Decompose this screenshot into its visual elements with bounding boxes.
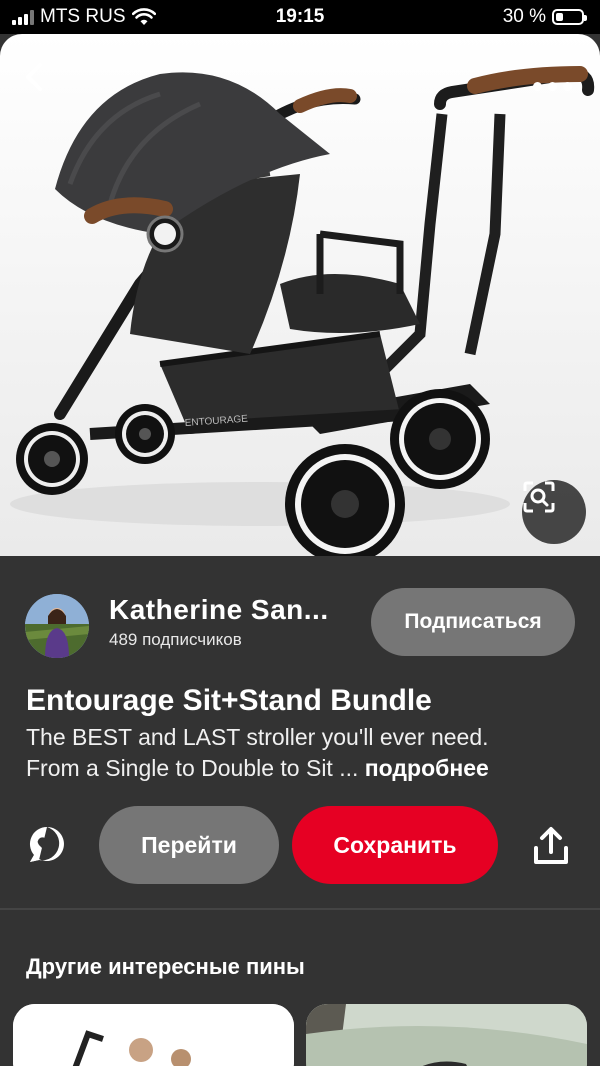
pin-card[interactable] [13,1004,294,1066]
pin-card[interactable] [306,1004,587,1066]
pin-detail-screen: MTS RUS 19:15 30 % ENTOURAGE Katherine S… [0,0,600,1066]
visual-search-icon[interactable] [522,480,586,544]
more-pins-heading: Другие интересные пины [26,954,305,979]
visit-button[interactable]: Перейти [99,806,279,884]
pin-card-image [306,1004,587,1066]
divider [0,908,600,910]
back-arrow-icon[interactable] [22,62,70,110]
more-pins-grid [0,1004,600,1066]
share-upload-icon[interactable] [530,826,572,868]
follower-count: 489 подписчиков [109,630,242,649]
creator-name[interactable]: Katherine San... [109,594,329,626]
creator-row: Katherine San... 489 подписчиков Подписа… [25,588,585,660]
follow-button[interactable]: Подписаться [371,588,575,656]
pin-description: The BEST and LAST stroller you'll ever n… [26,722,586,784]
pin-title: Entourage Sit+Stand Bundle [26,684,432,717]
pin-card-image [13,1004,294,1066]
front-wheel-2 [115,404,175,464]
battery-percent: 30 % [502,6,546,27]
avatar[interactable] [25,594,89,658]
action-bar: Перейти Сохранить [0,806,600,886]
pin-image[interactable]: ENTOURAGE [0,34,600,556]
front-wheel [16,423,88,495]
save-button[interactable]: Сохранить [292,806,498,884]
stroller-illustration: ENTOURAGE [10,66,595,556]
description-line: From a Single to Double to Sit ... [26,755,359,781]
rear-wheel-2 [390,389,490,489]
status-bar: MTS RUS 19:15 30 % [0,0,600,34]
description-line: The BEST and LAST stroller you'll ever n… [26,724,489,750]
comment-bubble-icon[interactable] [26,824,68,866]
more-dots-icon[interactable] [522,68,582,104]
rear-wheel [285,444,405,556]
battery-icon [552,9,587,25]
more-link[interactable]: подробнее [365,755,489,781]
